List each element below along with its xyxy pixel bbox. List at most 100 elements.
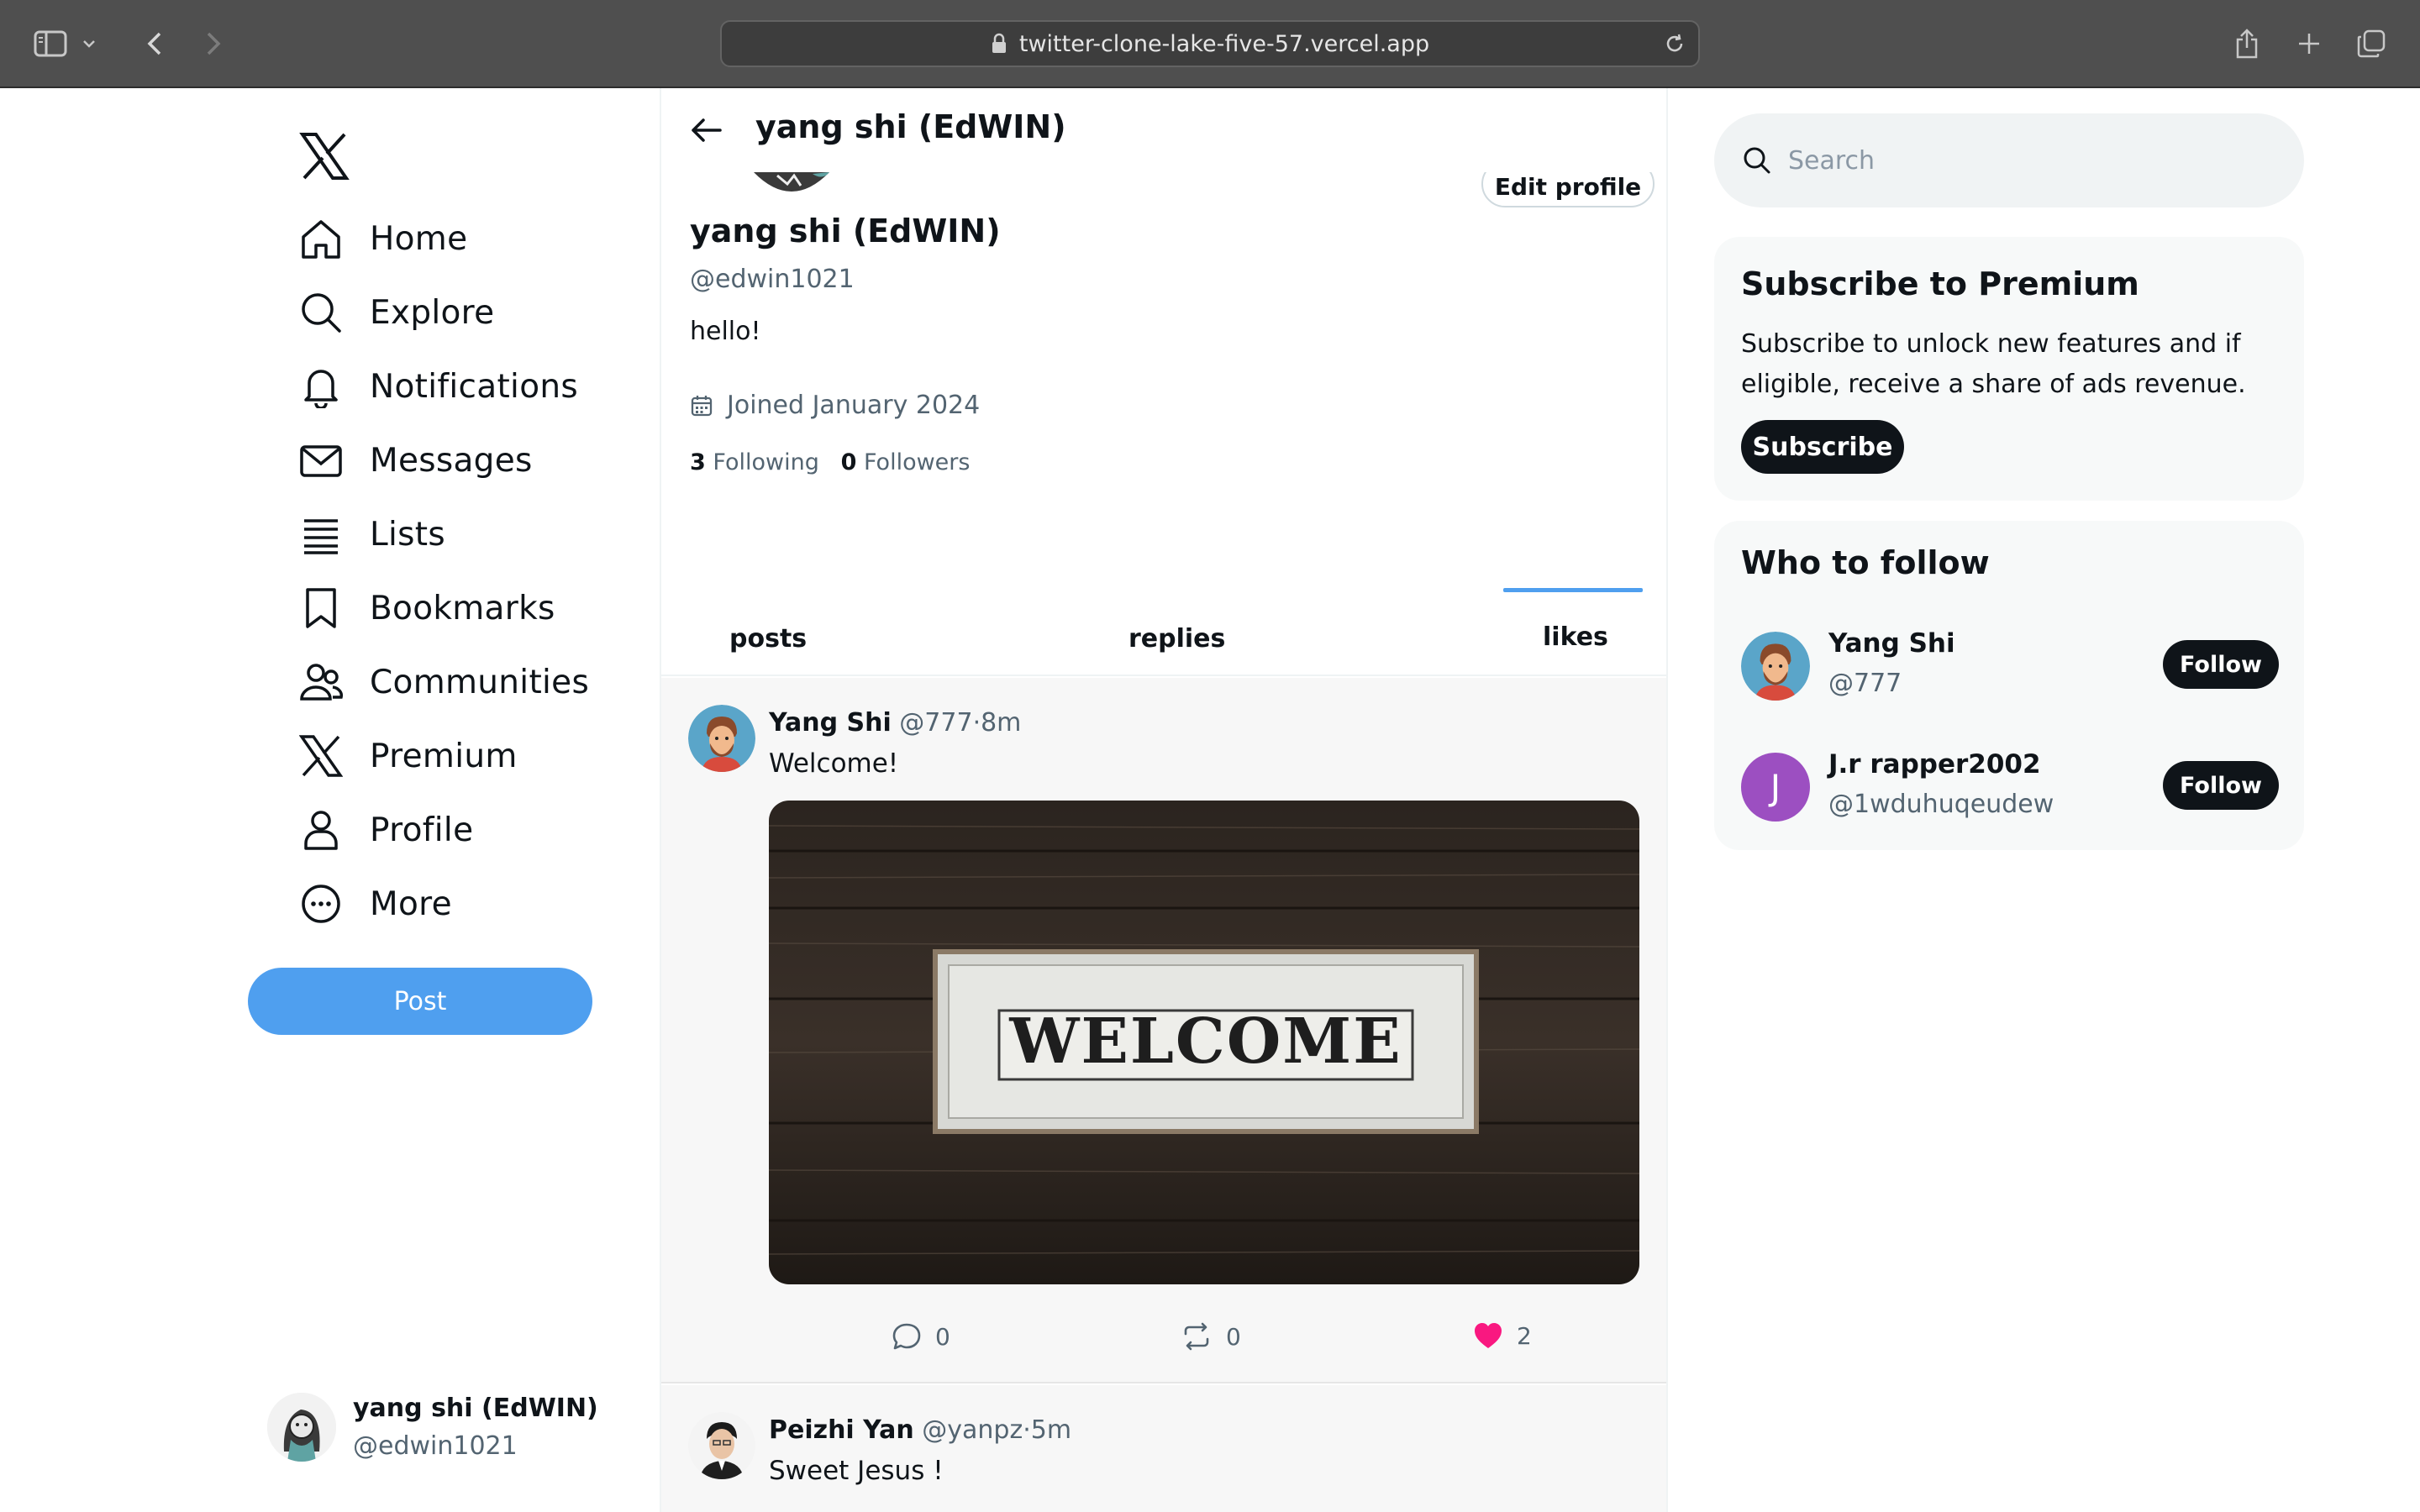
profile-header-bar: yang shi (EdWIN) [661, 88, 1666, 172]
tweet[interactable]: Peizhi Yan @yanpz·5m Sweet Jesus ! [661, 1385, 1666, 1512]
nav-label: Bookmarks [370, 589, 555, 627]
nav-item-lists[interactable]: Lists [299, 497, 589, 571]
followers-link[interactable]: 0 Followers [841, 449, 971, 475]
sidebar-toggle-icon[interactable] [29, 22, 72, 66]
url-text: twitter-clone-lake-five-57.vercel.app [1018, 30, 1430, 57]
tab-overview-icon[interactable] [2349, 22, 2393, 66]
profile-handle: @edwin1021 [690, 265, 855, 294]
tab-replies[interactable]: replies [1128, 624, 1225, 654]
tweet[interactable]: Yang Shi @777·8m Welcome! WELCOME 0 0 2 [661, 678, 1666, 1383]
search-input[interactable] [1788, 145, 2275, 176]
chevron-down-icon[interactable] [77, 22, 101, 66]
tweet-time: ·5m [1023, 1415, 1072, 1445]
tab-posts[interactable]: posts [729, 624, 807, 654]
tweet-author-name[interactable]: Yang Shi [769, 708, 892, 738]
nav-item-notifications[interactable]: Notifications [299, 349, 589, 423]
follow-suggestion[interactable]: J J.r rapper2002 @1wduhuqeudew Follow [1741, 749, 2279, 825]
follow-suggestion[interactable]: Yang Shi @777 Follow [1741, 628, 2279, 704]
nav-item-profile[interactable]: Profile [299, 793, 589, 867]
x-logo-icon[interactable] [299, 131, 350, 181]
avatar [267, 1393, 336, 1462]
followers-count: 0 [840, 449, 857, 475]
tab-likes[interactable]: likes [1543, 622, 1608, 652]
forward-nav-icon[interactable] [192, 22, 235, 66]
suggestion-name: Yang Shi [1828, 628, 1955, 659]
nav-item-explore[interactable]: Explore [299, 276, 589, 349]
new-tab-icon[interactable] [2287, 22, 2331, 66]
who-to-follow-card: Who to follow Yang Shi @777 Follow J J.r… [1714, 521, 2304, 850]
tweet-author-handle: @yanpz [922, 1415, 1023, 1445]
mail-icon [299, 436, 348, 485]
more-circle-icon [299, 879, 348, 928]
premium-title: Subscribe to Premium [1741, 265, 2139, 302]
nav-item-more[interactable]: More [299, 867, 589, 941]
profile-tabs: posts replies likes [661, 592, 1666, 676]
people-icon [299, 658, 348, 706]
home-icon [299, 214, 348, 263]
address-bar[interactable]: twitter-clone-lake-five-57.vercel.app [720, 20, 1700, 67]
nav-label: More [370, 885, 452, 923]
avatar[interactable] [688, 1412, 755, 1479]
reply-button[interactable]: 0 [892, 1321, 950, 1352]
back-arrow-icon[interactable] [688, 112, 725, 149]
x-logo-icon [299, 732, 348, 780]
heart-filled-icon [1475, 1323, 1502, 1348]
tweet-author-name[interactable]: Peizhi Yan [769, 1415, 914, 1445]
followers-label: Followers [863, 449, 971, 475]
premium-description: Subscribe to unlock new features and if … [1741, 329, 2246, 399]
tweet-image[interactable]: WELCOME [769, 801, 1639, 1284]
nav-label: Profile [370, 811, 474, 849]
avatar[interactable] [688, 705, 755, 772]
main-nav: Home Explore Notifications Messages List… [299, 202, 589, 941]
reply-count: 0 [935, 1322, 950, 1351]
search-icon [1744, 147, 1770, 174]
share-icon[interactable] [2225, 22, 2269, 66]
tweet-author-handle: @777 [899, 708, 973, 738]
list-icon [299, 510, 348, 559]
nav-label: Premium [370, 737, 518, 775]
retweet-button[interactable]: 0 [1181, 1321, 1241, 1352]
account-switcher[interactable]: yang shi (EdWIN) @edwin1021 [267, 1393, 598, 1462]
profile-avatar[interactable] [729, 172, 855, 194]
joined-text: Joined January 2024 [727, 391, 981, 420]
tweet-actions: 0 0 2 [661, 1321, 1666, 1355]
joined-date: Joined January 2024 [690, 391, 980, 420]
following-link[interactable]: 3 Following [690, 449, 819, 475]
follow-stats: 3 Following 0 Followers [690, 449, 970, 475]
person-icon [299, 806, 348, 854]
reply-icon [892, 1323, 921, 1350]
avatar[interactable] [1741, 632, 1810, 701]
reload-icon[interactable] [1663, 32, 1686, 55]
subscribe-button[interactable]: Subscribe [1741, 420, 1904, 474]
post-button[interactable]: Post [248, 968, 592, 1035]
search-box[interactable] [1714, 113, 2304, 207]
profile-bio: hello! [690, 317, 761, 346]
account-handle: @edwin1021 [353, 1431, 518, 1461]
premium-card: Subscribe to Premium Subscribe to unlock… [1714, 237, 2304, 501]
back-nav-icon[interactable] [133, 22, 176, 66]
following-label: Following [713, 449, 819, 475]
bookmark-icon [299, 584, 348, 633]
follow-button[interactable]: Follow [2163, 640, 2279, 689]
profile-column: Edit profile yang shi (EdWIN) yang shi (… [660, 88, 1668, 1512]
tweet-text: Welcome! [769, 748, 899, 779]
lock-icon [992, 33, 1006, 53]
tweet-header: Peizhi Yan @yanpz·5m [769, 1415, 1071, 1445]
follow-button[interactable]: Follow [2163, 761, 2279, 810]
calendar-icon [691, 395, 713, 416]
suggestion-name: J.r rapper2002 [1828, 749, 2041, 780]
nav-item-communities[interactable]: Communities [299, 645, 589, 719]
suggestion-handle: @1wduhuqeudew [1828, 790, 2054, 819]
avatar[interactable]: J [1741, 753, 1810, 822]
nav-label: Home [370, 219, 468, 258]
nav-item-messages[interactable]: Messages [299, 423, 589, 497]
page-title: yang shi (EdWIN) [755, 108, 1066, 145]
search-icon [299, 288, 348, 337]
nav-item-bookmarks[interactable]: Bookmarks [299, 571, 589, 645]
like-button[interactable]: 2 [1473, 1321, 1532, 1350]
account-name: yang shi (EdWIN) [353, 1394, 598, 1423]
retweet-icon [1184, 1322, 1209, 1351]
nav-item-premium[interactable]: Premium [299, 719, 589, 793]
nav-label: Messages [370, 441, 533, 480]
nav-item-home[interactable]: Home [299, 202, 589, 276]
